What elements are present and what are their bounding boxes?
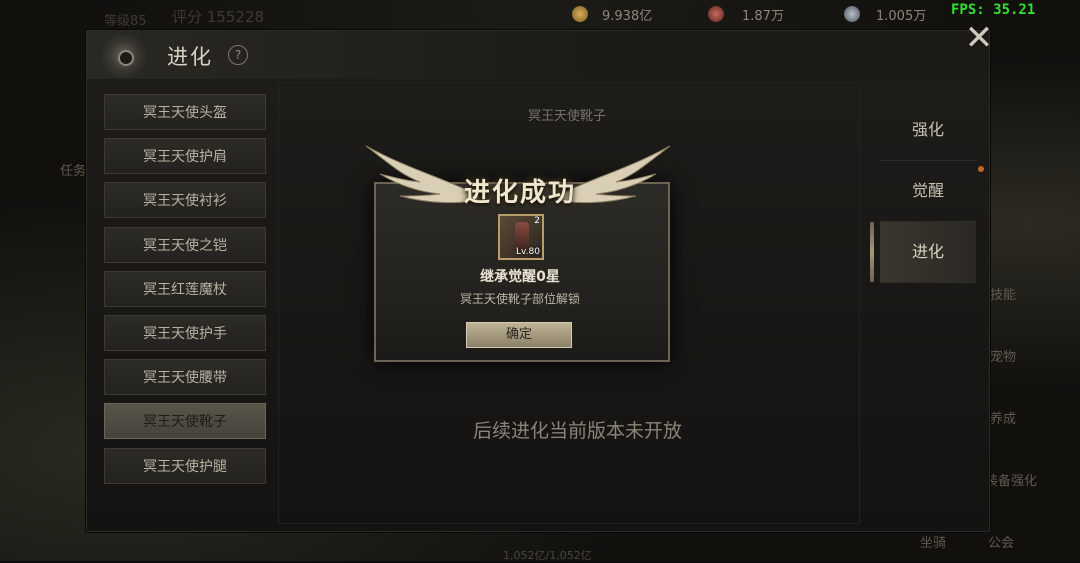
emblem-icon [97, 35, 151, 77]
equipment-item-shirt[interactable]: 冥王天使衬衫 [104, 182, 266, 219]
side-menu-equip-enhance: 装备强化 [985, 474, 1038, 489]
panel-header: 进化 ? [87, 31, 989, 79]
close-icon[interactable]: ✕ [964, 21, 994, 55]
side-menu-skill: 技能 [990, 288, 1017, 303]
fps-counter: FPS: 35.21 [951, 2, 1036, 18]
panel-title: 进化 [167, 45, 213, 69]
crystal-currency: 1.005万 [844, 4, 926, 24]
side-menu-pet: 宠物 [990, 350, 1017, 365]
not-open-notice: 后续进化当前版本未开放 [472, 420, 682, 442]
gold-value: 9.938亿 [602, 8, 653, 24]
tab-awaken[interactable]: 觉醒 [880, 161, 976, 222]
notification-dot-icon [978, 166, 984, 172]
equipment-item-armor[interactable]: 冥王天使之铠 [104, 226, 266, 263]
crystal-icon [844, 6, 860, 22]
side-menu-mount: 坐骑 [920, 536, 947, 551]
equipment-item-shoulder[interactable]: 冥王天使护肩 [104, 138, 266, 175]
red-gem-icon [708, 6, 724, 22]
gem-currency: 1.87万 [708, 4, 784, 24]
side-menu-nurture: 养成 [990, 412, 1017, 427]
dialog-title: 进化成功 [463, 178, 576, 208]
confirm-button[interactable]: 确定 [466, 322, 572, 348]
boot-icon [515, 222, 529, 250]
side-menu-guild: 公会 [988, 536, 1015, 551]
side-menu-task: 任务 [60, 164, 87, 179]
help-icon[interactable]: ? [228, 45, 248, 65]
equipment-item-gloves[interactable]: 冥王天使护手 [104, 314, 266, 351]
player-score: 评分 155228 [172, 8, 265, 26]
tab-enhance[interactable]: 强化 [880, 100, 976, 161]
equipment-item-leggings[interactable]: 冥王天使护腿 [104, 447, 266, 484]
equipment-item-boots[interactable]: 冥王天使靴子 [104, 403, 266, 440]
item-count: 2 [534, 216, 540, 226]
inherit-text: 继承觉醒0星 [480, 269, 560, 285]
equipment-item-staff[interactable]: 冥王红莲魔杖 [104, 270, 266, 307]
equipment-list: 冥王天使头盔 冥王天使护肩 冥王天使衬衫 冥王天使之铠 冥王红莲魔杖 冥王天使护… [104, 94, 266, 492]
target-item-label: 冥王天使靴子 [528, 109, 607, 124]
gold-coin-icon [572, 6, 588, 22]
unlock-text: 冥王天使靴子部位解锁 [459, 292, 580, 306]
function-tabs: 强化 觉醒 进化 [870, 100, 984, 283]
equipment-item-helmet[interactable]: 冥王天使头盔 [104, 94, 266, 130]
gold-currency: 9.938亿 [572, 4, 652, 24]
crystal-value: 1.005万 [876, 8, 927, 24]
item-level: Lv.80 [516, 247, 540, 257]
boots-item-icon[interactable]: 2 Lv.80 [498, 214, 544, 260]
equipment-item-belt[interactable]: 冥王天使腰带 [104, 359, 266, 396]
gem-value: 1.87万 [742, 8, 784, 24]
tab-evolve[interactable]: 进化 [870, 222, 976, 283]
player-level: 等级85 [104, 14, 147, 29]
